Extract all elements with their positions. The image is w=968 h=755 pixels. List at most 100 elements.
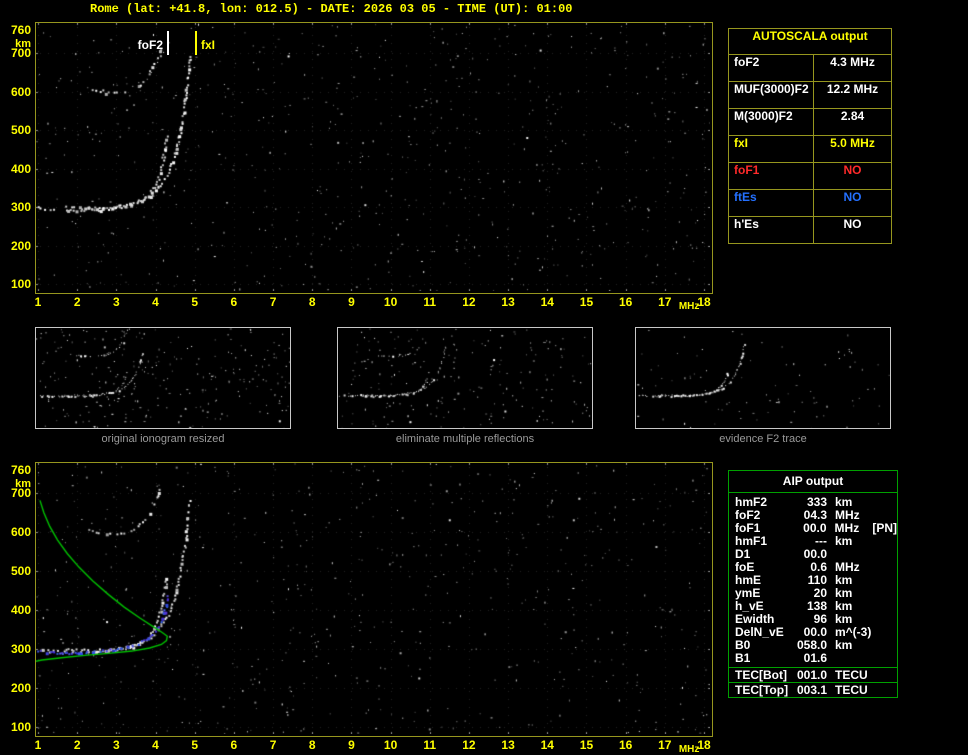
aip-row-unit: [827, 652, 871, 665]
profile-x-tick-label: 6: [230, 738, 238, 752]
aip-row-extra: [871, 587, 897, 600]
ionogram-profile-plot: [35, 462, 713, 737]
ionogram-main-canvas: [36, 23, 710, 291]
thumbnail-f2trace-canvas: [636, 328, 890, 428]
profile-x-tick-label: 8: [308, 738, 316, 752]
main-y-tick-label: 300: [10, 200, 31, 215]
main-x-tick-label: 1: [34, 295, 42, 309]
main-x-tick-label: 4: [152, 295, 159, 309]
profile-y-tick-label: 700: [10, 486, 31, 501]
autoscala-row-label: foF2: [734, 55, 760, 69]
main-x-tick-label: 3: [113, 295, 120, 309]
autoscala-row: h'Es NO: [729, 217, 891, 243]
fxI-marker-label: fxI: [201, 38, 216, 52]
main-x-tick-label: 5: [191, 295, 199, 309]
main-y-tick-label: 100: [10, 277, 31, 291]
profile-y-tick-label: 100: [10, 720, 31, 734]
aip-row-extra: [871, 639, 897, 652]
ionogram-profile-canvas: [36, 463, 710, 734]
autoscala-row-label: foF1: [734, 163, 760, 177]
main-x-tick-label: 16: [618, 295, 633, 309]
thumbnail-multiples-panel: [337, 327, 593, 429]
main-x-tick-label: 15: [579, 295, 594, 309]
thumbnail-f2trace-caption: evidence F2 trace: [719, 433, 807, 445]
profile-x-tick-label: 10: [383, 738, 398, 752]
aip-row-extra: [871, 574, 897, 587]
aip-row: B1 01.6: [729, 652, 897, 665]
profile-x-tick-label: 1: [34, 738, 42, 752]
autoscala-row-value: NO: [813, 190, 891, 216]
aip-row-extra: [871, 652, 897, 665]
profile-x-tick-label: 14: [540, 738, 554, 752]
ionogram-main-plot: foF2 fxI: [35, 22, 713, 294]
autoscala-row: fxI 5.0 MHz: [729, 136, 891, 163]
thumbnail-multiples-caption: eliminate multiple reflections: [395, 433, 535, 445]
main-y-tick-label: 600: [10, 84, 31, 99]
aip-tec-label: TEC[Bot]: [735, 668, 787, 682]
main-x-axis-unit: MHz: [678, 301, 700, 312]
autoscala-row: ftEs NO: [729, 190, 891, 217]
profile-y-tick-label: 500: [10, 564, 31, 579]
aip-row-extra: [871, 535, 897, 548]
thumbnail-multiples-canvas: [338, 328, 592, 428]
autoscala-row-value: NO: [813, 163, 891, 189]
autoscala-table-title: AUTOSCALA output: [729, 29, 891, 55]
profile-x-tick-label: 2: [73, 738, 81, 752]
main-x-tick-label: 14: [540, 295, 554, 309]
main-y-tick-label: 500: [10, 123, 31, 138]
aip-tec-rows: TEC[Bot] 001.0 TECU TEC[Top] 003.1 TECU: [729, 667, 897, 697]
autoscala-row: foF2 4.3 MHz: [729, 55, 891, 82]
main-x-tick-label: 2: [73, 295, 81, 309]
autoscala-row: foF1 NO: [729, 163, 891, 190]
main-x-tick-label: 8: [308, 295, 316, 309]
profile-x-tick-label: 11: [423, 738, 437, 752]
profile-y-tick-label: 400: [10, 603, 31, 618]
profile-y-tick-label: 600: [10, 525, 31, 540]
aip-row-value: 01.6: [803, 651, 827, 665]
autoscala-table-rows: foF2 4.3 MHz MUF(3000)F2 12.2 MHz M(3000)F2 2…: [729, 55, 891, 243]
profile-x-tick-label: 13: [501, 738, 515, 752]
profile-y-tick-label: 200: [10, 681, 31, 696]
fxI-marker-line: [195, 31, 197, 55]
thumbnail-original-caption: original ionogram resized: [101, 433, 225, 445]
aip-tec-row: TEC[Top] 003.1 TECU: [729, 683, 897, 697]
aip-row-extra: [PN]: [872, 521, 898, 535]
aip-row-unit: km: [835, 534, 853, 548]
foF2-marker-line: [167, 31, 169, 55]
autoscala-row-label: fxI: [734, 136, 749, 150]
autoscala-row-value: 2.84: [813, 109, 891, 135]
aip-table-rows: hmF2 333 km foF2 04.3 MHz foF1 00.0 MHz [PN] hmF1-…: [729, 493, 897, 667]
autoscala-row: M(3000)F2 2.84: [729, 109, 891, 136]
main-x-tick-label: 11: [423, 295, 437, 309]
aip-tec-row: TEC[Bot] 001.0 TECU: [729, 668, 897, 683]
aip-row-extra: [871, 626, 897, 639]
aip-tec-value: 003.1: [796, 683, 827, 697]
aip-output-table: AIP output hmF2 333 km foF2 04.3 MHz foF1 00.0 M…: [728, 470, 898, 698]
aip-table-title: AIP output: [729, 471, 897, 493]
profile-x-tick-label: 12: [462, 738, 476, 752]
aip-tec-value: 001.0: [796, 668, 827, 682]
aip-tec-unit: TECU: [835, 683, 868, 697]
main-y-tick-label: 400: [10, 161, 31, 176]
aip-row-unit: km: [835, 638, 853, 652]
aip-row-extra: [871, 496, 897, 509]
profile-x-tick-label: 4: [152, 738, 159, 752]
profile-y-tick-label: 760: [10, 463, 31, 477]
aip-row-extra: [871, 548, 897, 561]
profile-x-tick-label: 16: [618, 738, 633, 752]
window-title: Rome (lat: +41.8, lon: 012.5) - DATE: 20…: [90, 2, 573, 16]
aip-row-extra: [871, 613, 897, 626]
profile-x-tick-label: 9: [348, 738, 355, 752]
autoscala-row-label: M(3000)F2: [734, 109, 793, 123]
aip-row-label: B1: [735, 651, 751, 665]
autoscala-row-value: NO: [813, 217, 891, 243]
main-x-tick-label: 9: [348, 295, 355, 309]
main-y-tick-label: 760: [10, 23, 31, 37]
autoscala-window: Rome (lat: +41.8, lon: 012.5) - DATE: 20…: [0, 0, 968, 755]
thumbnail-original-canvas: [36, 328, 290, 428]
profile-x-tick-label: 3: [113, 738, 120, 752]
autoscala-row-label: MUF(3000)F2: [734, 82, 809, 96]
aip-tec-unit: TECU: [835, 668, 868, 682]
profile-x-tick-label: 17: [658, 738, 672, 752]
autoscala-row-value: 5.0 MHz: [813, 136, 891, 162]
